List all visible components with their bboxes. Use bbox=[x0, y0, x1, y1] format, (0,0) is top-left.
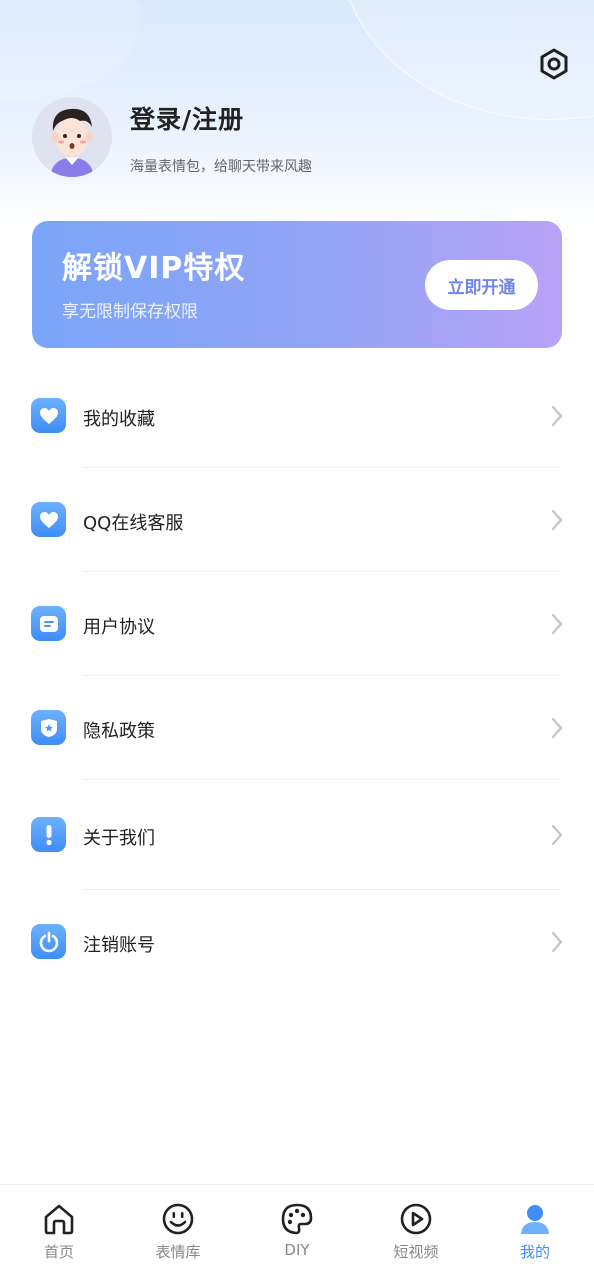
chevron-right-icon bbox=[551, 717, 563, 739]
menu-label: QQ在线客服 bbox=[83, 513, 184, 534]
avatar-illustration bbox=[32, 97, 112, 177]
chevron-right-icon bbox=[551, 405, 563, 427]
menu-item-qq-support[interactable]: QQ在线客服 bbox=[0, 468, 594, 572]
tab-mine[interactable]: 我的 bbox=[476, 1185, 594, 1280]
shield-star-icon bbox=[31, 710, 66, 745]
profile-tagline: 海量表情包，给聊天带来风趣 bbox=[130, 159, 312, 175]
menu-label: 关于我们 bbox=[83, 828, 155, 849]
tab-label: 表情库 bbox=[155, 1243, 201, 1261]
vip-subtitle: 享无限制保存权限 bbox=[62, 302, 198, 322]
login-register-link[interactable]: 登录/注册 bbox=[130, 100, 244, 136]
tab-label: 我的 bbox=[519, 1243, 550, 1261]
chevron-right-icon bbox=[551, 931, 563, 953]
tab-home[interactable]: 首页 bbox=[0, 1185, 118, 1280]
chevron-right-icon bbox=[551, 824, 563, 846]
menu-item-delete-account[interactable]: 注销账号 bbox=[0, 890, 594, 994]
tab-label: DIY bbox=[284, 1241, 310, 1259]
chevron-right-icon bbox=[551, 509, 563, 531]
menu-label: 用户协议 bbox=[83, 617, 155, 638]
menu-label: 我的收藏 bbox=[83, 409, 155, 430]
heart-icon bbox=[31, 502, 66, 537]
document-icon bbox=[31, 606, 66, 641]
chevron-right-icon bbox=[551, 613, 563, 635]
settings-icon bbox=[540, 48, 568, 80]
menu-item-user-agreement[interactable]: 用户协议 bbox=[0, 572, 594, 676]
menu-item-favorites[interactable]: 我的收藏 bbox=[0, 364, 594, 468]
home-icon bbox=[44, 1204, 74, 1235]
menu-item-privacy-policy[interactable]: 隐私政策 bbox=[0, 676, 594, 780]
tab-diy[interactable]: DIY bbox=[238, 1185, 356, 1280]
heart-icon bbox=[31, 398, 66, 433]
vip-activate-button[interactable]: 立即开通 bbox=[425, 260, 538, 310]
exclamation-icon bbox=[31, 817, 66, 852]
tab-label: 首页 bbox=[43, 1243, 74, 1261]
menu-item-about-us[interactable]: 关于我们 bbox=[0, 780, 594, 884]
smiley-icon bbox=[162, 1203, 194, 1235]
profile-page: 登录/注册 海量表情包，给聊天带来风趣 解锁VIP特权 享无限制保存权限 立即开… bbox=[0, 0, 594, 1280]
menu-label: 注销账号 bbox=[83, 935, 155, 956]
user-icon bbox=[521, 1205, 549, 1234]
vip-banner[interactable]: 解锁VIP特权 享无限制保存权限 立即开通 bbox=[32, 221, 562, 348]
menu-label: 隐私政策 bbox=[83, 721, 155, 742]
tab-short-video[interactable]: 短视频 bbox=[357, 1185, 475, 1280]
palette-icon bbox=[281, 1203, 313, 1235]
bottom-tab-bar: 首页 表情库 DIY 短视频 我的 bbox=[0, 1184, 594, 1280]
tab-label: 短视频 bbox=[393, 1243, 439, 1261]
vip-title: 解锁VIP特权 bbox=[62, 251, 246, 286]
tab-sticker-library[interactable]: 表情库 bbox=[119, 1185, 237, 1280]
settings-button[interactable] bbox=[536, 46, 572, 82]
power-icon bbox=[31, 924, 66, 959]
play-icon bbox=[400, 1203, 432, 1235]
avatar[interactable] bbox=[32, 97, 112, 177]
